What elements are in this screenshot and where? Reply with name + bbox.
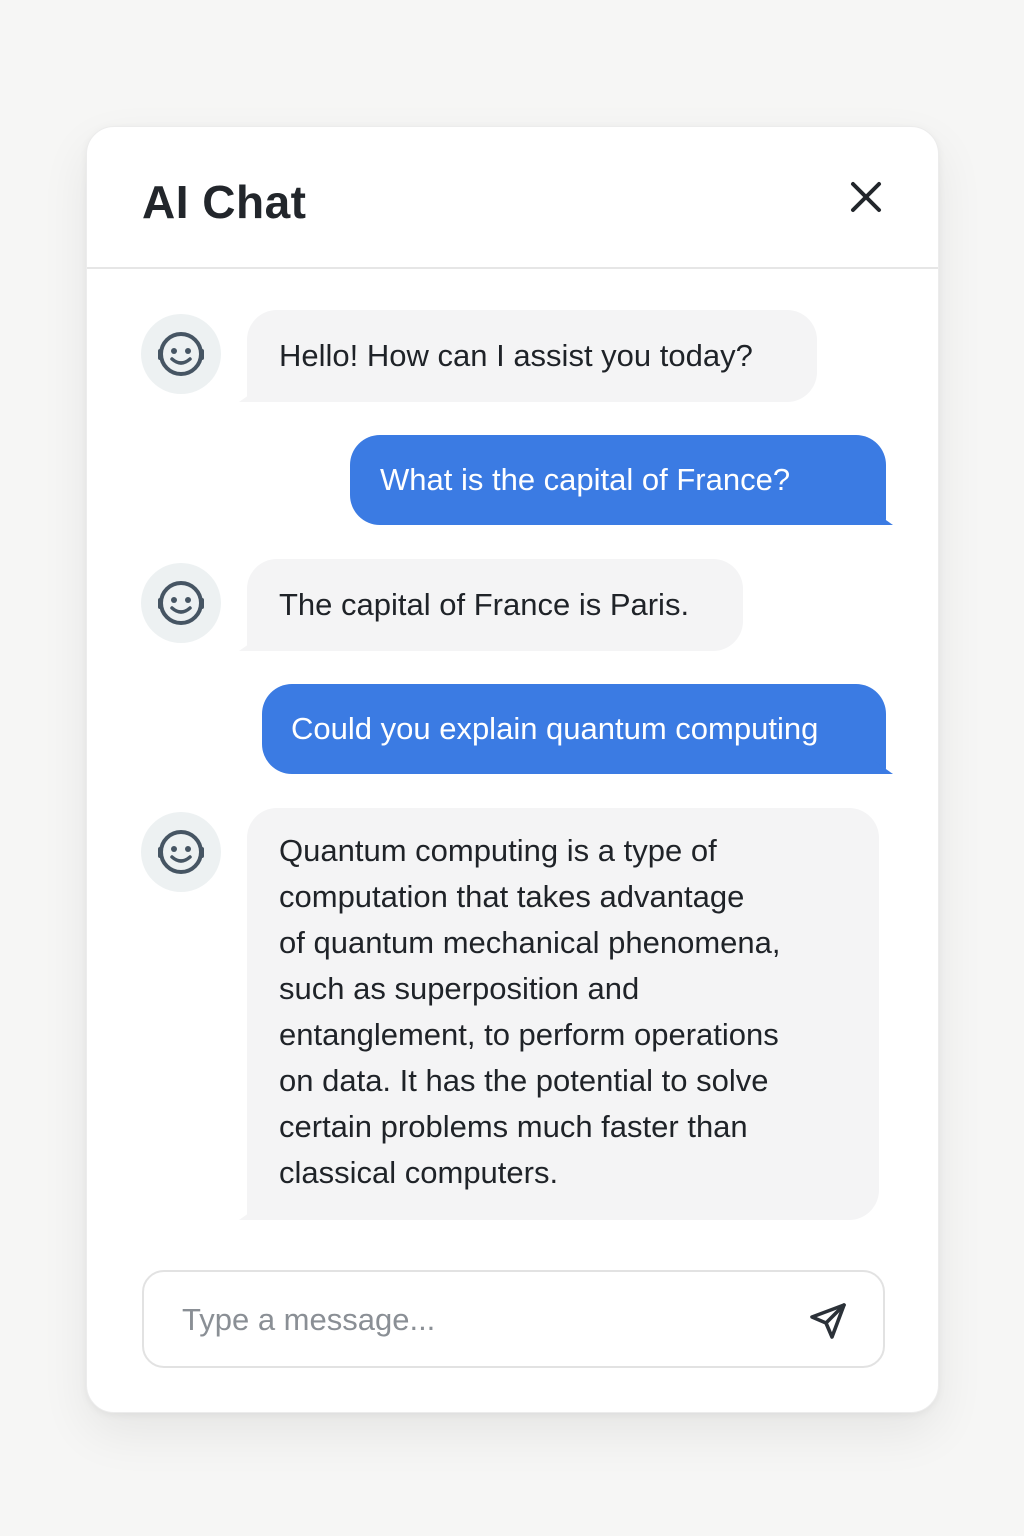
assistant-message: Hello! How can I assist you today? [247,310,817,402]
message-composer [142,1270,885,1368]
message-line: of quantum mechanical phenomena, [279,925,781,960]
message-text: What is the capital of France? [380,462,791,497]
user-message: What is the capital of France? [350,435,886,525]
message-text: The capital of France is Paris. [279,587,690,622]
bot-face-icon [158,581,204,625]
message-line: on data. It has the potential to solve [279,1063,769,1098]
send-button[interactable] [807,1300,849,1342]
message-text: Hello! How can I assist you today? [279,338,753,373]
message-input[interactable] [180,1294,784,1346]
bot-avatar [141,314,221,394]
close-button[interactable] [848,179,884,215]
bot-face-icon [158,332,204,376]
bot-avatar [141,812,221,892]
message-line: computation that takes advantage [279,879,745,914]
message-line: certain problems much faster than [279,1109,748,1144]
close-icon [851,182,881,212]
message-text: Could you explain quantum computing [291,711,819,746]
assistant-message: The capital of France is Paris. [247,559,743,651]
user-message: Could you explain quantum computing [262,684,886,774]
message-line: entanglement, to perform operations [279,1017,779,1052]
message-line: Quantum computing is a type of [279,833,717,868]
message-line: classical computers. [279,1155,559,1190]
bot-face-icon [158,830,204,874]
assistant-message: Quantum computing is a type of computati… [247,808,879,1220]
send-icon [810,1303,846,1339]
chat-title: AI Chat [142,176,307,228]
chat-window: AI Chat Hello! How can I assist you toda… [86,126,939,1413]
bot-avatar [141,563,221,643]
chat-header: AI Chat [87,127,938,269]
message-line: such as superposition and [279,971,640,1006]
